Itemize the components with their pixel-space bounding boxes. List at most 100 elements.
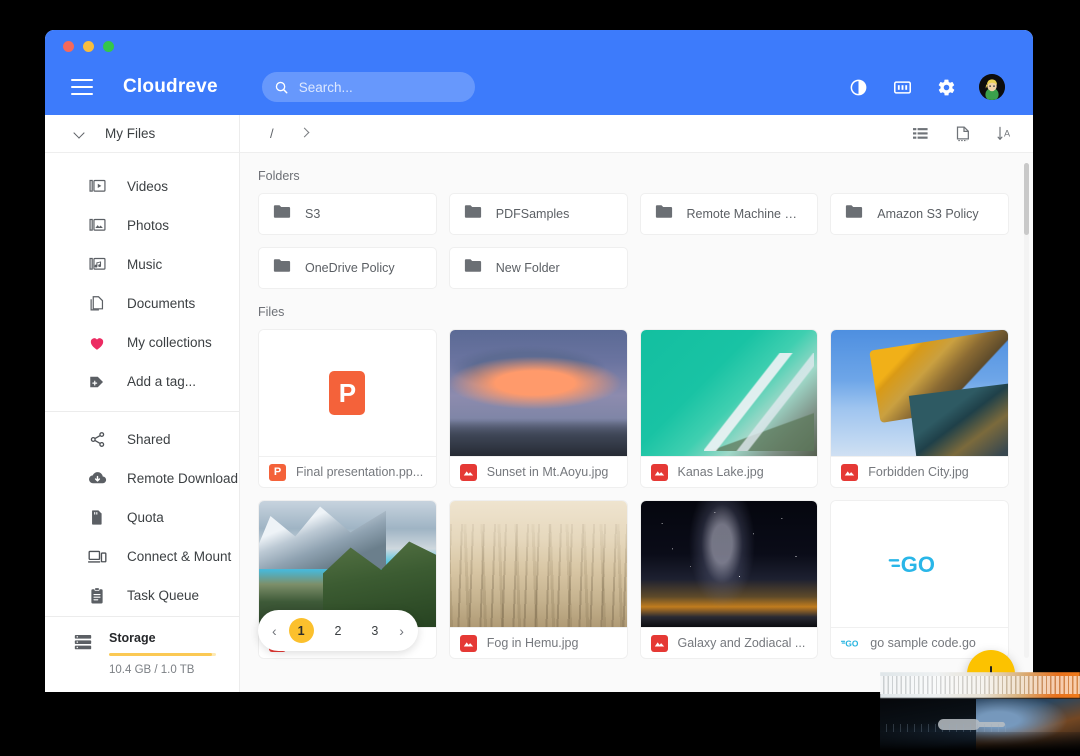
page-view-icon[interactable] <box>953 125 971 143</box>
storage-usage-text: 10.4 GB / 1.0 TB <box>109 664 195 676</box>
folder-card[interactable]: PDFSamples <box>448 193 628 235</box>
sidebar-item-label: Photos <box>127 218 170 233</box>
window-maximize-button[interactable] <box>103 41 114 52</box>
sidebar-item-add-a-tag[interactable]: Add a tag... <box>45 362 239 401</box>
file-card[interactable]: P P Final presentation.pp... <box>258 329 437 488</box>
sidebar-header-my-files[interactable]: My Files <box>45 115 239 153</box>
powerpoint-large-icon: P <box>329 371 366 416</box>
file-name: Sunset in Mt.Aoyu.jpg <box>486 465 609 480</box>
window-minimize-button[interactable] <box>83 41 94 52</box>
folder-name: New Folder <box>495 261 560 275</box>
sidebar-item-documents[interactable]: Documents <box>45 284 239 323</box>
app-window: Cloudreve Search... My Files Videos Phot… <box>45 30 1033 692</box>
window-close-button[interactable] <box>63 41 74 52</box>
file-name: Final presentation.pp... <box>296 465 424 480</box>
cloud-download-icon <box>87 469 107 489</box>
folder-icon <box>464 204 482 224</box>
folder-name: S3 <box>305 207 321 221</box>
sidebar-item-connect-and-mount[interactable]: Connect & Mount <box>45 537 239 576</box>
file-card-footer: Kanas Lake.jpg <box>640 456 818 487</box>
file-card[interactable]: Kanas Lake.jpg <box>639 329 819 488</box>
file-card[interactable]: Sunset in Mt.Aoyu.jpg <box>448 329 628 488</box>
app-body: My Files Videos Photos Music Documents M… <box>45 115 1033 692</box>
screenshot-stage: Cloudreve Search... My Files Videos Phot… <box>0 0 1080 756</box>
user-avatar[interactable] <box>979 74 1005 100</box>
app-header-bar: Cloudreve Search... <box>45 30 1033 115</box>
main-content: / A Folders S3 PDFSamples Remote Machine… <box>240 115 1033 692</box>
sidebar-item-label: Connect & Mount <box>127 549 232 564</box>
file-card[interactable]: Fog in Hemu.jpg <box>448 500 628 659</box>
file-name: Forbidden City.jpg <box>868 465 969 480</box>
chevron-right-icon[interactable]: › <box>399 624 404 638</box>
gear-icon[interactable] <box>935 76 957 98</box>
file-card[interactable]: GO GO go sample code.go <box>830 500 1009 659</box>
content-scrollbar[interactable] <box>1024 163 1029 658</box>
sidebar-divider <box>45 411 239 412</box>
folder-icon <box>273 204 291 224</box>
sidebar-item-shared[interactable]: Shared <box>45 420 239 459</box>
search-placeholder: Search... <box>298 79 353 95</box>
svg-text:A: A <box>1004 129 1011 139</box>
folder-icon <box>464 258 482 278</box>
sidebar-item-videos[interactable]: Videos <box>45 167 239 206</box>
sidebar-item-music[interactable]: Music <box>45 245 239 284</box>
page-button-3[interactable]: 3 <box>362 618 387 643</box>
list-view-icon[interactable] <box>911 125 929 143</box>
file-card[interactable]: Forbidden City.jpg <box>830 329 1009 488</box>
sd-card-icon <box>87 508 107 528</box>
go-logo-icon: GO <box>888 552 935 577</box>
search-icon <box>275 81 288 93</box>
sort-icon[interactable]: A <box>995 125 1013 143</box>
storage-title: Storage <box>109 630 156 645</box>
page-button-1[interactable]: 1 <box>288 618 314 643</box>
chevron-left-icon[interactable]: ‹ <box>272 624 277 638</box>
search-input[interactable]: Search... <box>261 72 475 102</box>
folder-card[interactable]: New Folder <box>448 247 628 289</box>
sidebar-item-quota[interactable]: Quota <box>45 498 239 537</box>
folder-card[interactable]: Amazon S3 Policy <box>830 193 1009 235</box>
image-file-icon <box>459 634 477 652</box>
device-mockup-specks <box>886 724 1006 732</box>
folder-card[interactable]: OneDrive Policy <box>258 247 437 289</box>
folder-name: OneDrive Policy <box>305 261 395 275</box>
scrollbar-thumb[interactable] <box>1024 163 1029 235</box>
sidebar-item-task-queue[interactable]: Task Queue <box>45 576 239 615</box>
sidebar-item-label: Music <box>127 257 163 272</box>
sidebar-item-label: Shared <box>127 432 171 447</box>
image-file-icon <box>650 463 668 481</box>
file-thumbnail <box>449 501 627 628</box>
sidebar-item-label: Task Queue <box>127 588 200 603</box>
file-thumbnail <box>259 501 436 628</box>
storage-summary[interactable]: Storage 10.4 GB / 1.0 TB <box>45 615 239 693</box>
app-header-row: Cloudreve Search... <box>45 59 1033 115</box>
file-card[interactable]: Galaxy and Zodiacal ... <box>639 500 819 659</box>
sidebar-header-label: My Files <box>105 126 156 141</box>
dark-mode-icon[interactable] <box>847 76 869 98</box>
file-thumbnail <box>640 501 818 628</box>
file-card-footer: P Final presentation.pp... <box>259 456 436 487</box>
sidebar-group-primary: Videos Photos Music Documents My collect… <box>45 153 239 615</box>
sidebar-item-label: Quota <box>127 510 164 525</box>
device-mockup-shadow <box>880 732 1080 756</box>
sidebar-item-remote-download[interactable]: Remote Download <box>45 459 239 498</box>
image-file-icon <box>841 463 859 481</box>
file-thumbnail <box>640 330 818 457</box>
sidebar-item-label: My collections <box>127 335 212 350</box>
sidebar-item-photos[interactable]: Photos <box>45 206 239 245</box>
file-name: Kanas Lake.jpg <box>677 465 764 480</box>
sidebar-item-my-collections[interactable]: My collections <box>45 323 239 362</box>
folder-icon <box>273 258 291 278</box>
folder-card[interactable]: Remote Machine Poli... <box>639 193 819 235</box>
hamburger-menu-icon[interactable] <box>71 79 93 95</box>
device-mockup-overlay <box>880 672 1080 756</box>
breadcrumb-root[interactable]: / <box>264 126 280 141</box>
go-file-icon: GO <box>841 635 860 652</box>
pagination: ‹ 1 2 3 › <box>258 610 418 651</box>
storage-text-block: Storage 10.4 GB / 1.0 TB <box>109 630 216 676</box>
storage-policy-icon[interactable] <box>891 76 913 98</box>
page-button-2[interactable]: 2 <box>325 618 350 643</box>
chevron-right-icon[interactable] <box>300 129 309 138</box>
folder-name: Remote Machine Poli... <box>686 207 804 221</box>
folder-card[interactable]: S3 <box>258 193 437 235</box>
sidebar-item-label: Add a tag... <box>127 374 197 389</box>
